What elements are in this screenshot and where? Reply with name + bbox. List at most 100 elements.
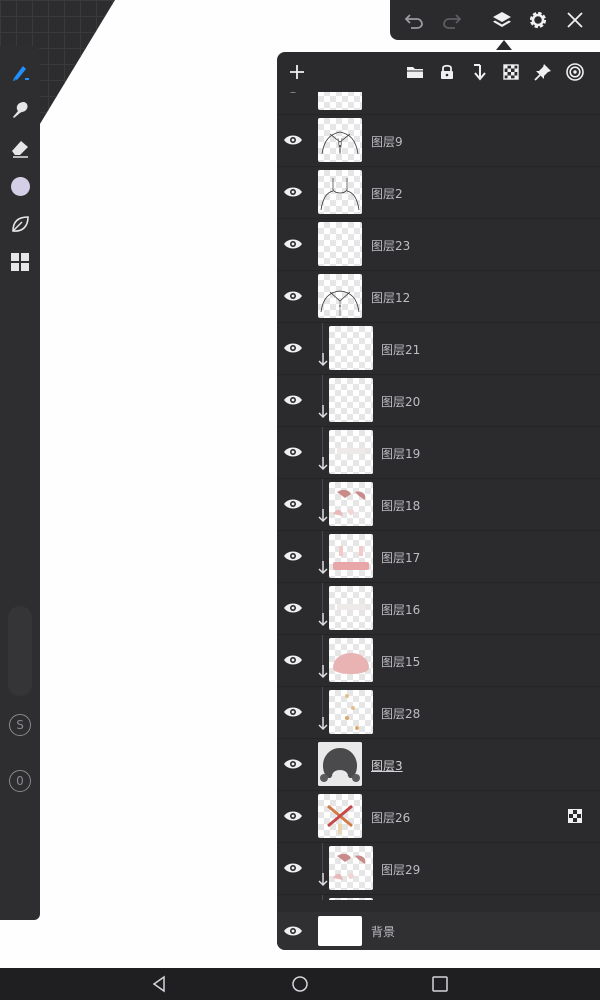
- system-nav-bar: [0, 968, 600, 1000]
- layer-thumbnail: [318, 742, 362, 786]
- settings-icon[interactable]: [526, 8, 550, 32]
- layers-icon[interactable]: [490, 8, 514, 32]
- layer-row[interactable]: 图层16: [277, 583, 600, 635]
- layer-name: 图层15: [381, 655, 421, 669]
- eye-icon[interactable]: [282, 701, 304, 723]
- layer-thumbnail: [329, 690, 373, 734]
- add-icon[interactable]: [285, 60, 309, 84]
- layer-thumbnail: [318, 916, 362, 946]
- pin-icon[interactable]: [531, 60, 555, 84]
- close-icon[interactable]: [563, 8, 587, 32]
- layer-name: 图层3: [371, 759, 403, 773]
- layer-thumbnail: [318, 170, 362, 214]
- smudge-icon[interactable]: [6, 96, 34, 124]
- back-icon[interactable]: [150, 975, 168, 993]
- layer-row[interactable]: 图层19: [277, 427, 600, 479]
- undo-icon[interactable]: [402, 8, 426, 32]
- eye-icon[interactable]: [282, 441, 304, 463]
- home-icon[interactable]: [291, 975, 309, 993]
- folder-icon[interactable]: [403, 60, 427, 84]
- layer-thumbnail: [329, 326, 373, 370]
- blend-icon[interactable]: [563, 60, 587, 84]
- layer-thumbnail: [329, 898, 373, 900]
- left-toolbar: S 0: [0, 46, 40, 920]
- layer-thumbnail: [329, 586, 373, 630]
- redo-icon[interactable]: [440, 8, 464, 32]
- layer-name: 背景: [371, 925, 396, 939]
- layer-name: 图层18: [381, 499, 421, 513]
- background-layer-row[interactable]: 背景: [277, 912, 600, 950]
- eye-icon[interactable]: [282, 545, 304, 567]
- top-bar: [390, 0, 600, 40]
- layer-row[interactable]: [277, 92, 600, 115]
- layer-thumbnail: [318, 92, 362, 110]
- layer-name: 图层28: [381, 707, 421, 721]
- clip-arrow-icon: [318, 613, 328, 627]
- layer-thumbnail: [329, 430, 373, 474]
- eye-icon[interactable]: [282, 181, 304, 203]
- layer-list[interactable]: 图层9 图层2 图层23 图层12 图层21 图层20 图层19 图层18 图层17 图层16 图层…: [277, 92, 600, 900]
- layer-row[interactable]: 图层15: [277, 635, 600, 687]
- eye-icon[interactable]: [282, 129, 304, 151]
- clip-line: [322, 375, 323, 405]
- layer-row[interactable]: 图层28: [277, 687, 600, 739]
- layer-thumbnail: [318, 118, 362, 162]
- lock-icon[interactable]: [435, 60, 459, 84]
- merge-down-icon[interactable]: [467, 60, 491, 84]
- layers-panel: 图层9 图层2 图层23 图层12 图层21 图层20 图层19 图层18 图层17 图层16 图层…: [277, 52, 600, 950]
- recents-icon[interactable]: [431, 975, 449, 993]
- layer-thumbnail: [329, 846, 373, 890]
- clip-line: [322, 895, 323, 900]
- eye-icon[interactable]: [282, 285, 304, 307]
- layer-row[interactable]: 图层3: [277, 739, 600, 791]
- layer-name: 图层20: [381, 395, 421, 409]
- layer-thumbnail: [329, 534, 373, 578]
- layer-row[interactable]: 图层17: [277, 531, 600, 583]
- layer-row[interactable]: 图层23: [277, 219, 600, 271]
- layer-row[interactable]: 图层9: [277, 115, 600, 167]
- eye-icon[interactable]: [282, 389, 304, 411]
- eye-icon[interactable]: [282, 649, 304, 671]
- layer-name: 图层17: [381, 551, 421, 565]
- layer-thumbnail: [318, 274, 362, 318]
- clip-line: [322, 323, 323, 353]
- eye-icon[interactable]: [282, 597, 304, 619]
- layer-name: 图层9: [371, 135, 403, 149]
- clip-arrow-icon: [318, 353, 328, 367]
- eye-icon[interactable]: [282, 753, 304, 775]
- eraser-icon[interactable]: [6, 134, 34, 162]
- layer-row[interactable]: 图层21: [277, 323, 600, 375]
- grid-icon[interactable]: [6, 248, 34, 276]
- eye-icon[interactable]: [282, 233, 304, 255]
- layer-name: 图层2: [371, 187, 403, 201]
- eye-icon[interactable]: [282, 920, 304, 942]
- layer-row[interactable]: 图层18: [277, 479, 600, 531]
- layer-name: 图层26: [371, 811, 411, 825]
- size-button[interactable]: S: [9, 714, 31, 736]
- layer-row[interactable]: [277, 895, 600, 900]
- eye-icon[interactable]: [282, 337, 304, 359]
- layer-name: 图层12: [371, 291, 411, 305]
- opacity-button[interactable]: 0: [9, 770, 31, 792]
- brush-size-slider[interactable]: [8, 606, 32, 696]
- layer-row[interactable]: 图层2: [277, 167, 600, 219]
- brush-icon[interactable]: [6, 58, 34, 86]
- eye-icon[interactable]: [282, 805, 304, 827]
- mask-icon[interactable]: [568, 809, 582, 823]
- layer-row[interactable]: 图层26: [277, 791, 600, 843]
- color-swatch[interactable]: [6, 172, 34, 200]
- mask-icon[interactable]: [499, 60, 523, 84]
- layer-row[interactable]: 图层12: [277, 271, 600, 323]
- layer-name: 图层23: [371, 239, 411, 253]
- layer-row[interactable]: 图层20: [277, 375, 600, 427]
- clip-arrow-icon: [318, 405, 328, 419]
- layer-row[interactable]: 图层29: [277, 843, 600, 895]
- eye-icon[interactable]: [282, 92, 304, 99]
- layer-name: 图层19: [381, 447, 421, 461]
- layer-thumbnail: [329, 378, 373, 422]
- popover-caret: [496, 40, 512, 50]
- eye-icon[interactable]: [282, 493, 304, 515]
- clip-line: [322, 531, 323, 561]
- eye-icon[interactable]: [282, 857, 304, 879]
- leaf-icon[interactable]: [6, 210, 34, 238]
